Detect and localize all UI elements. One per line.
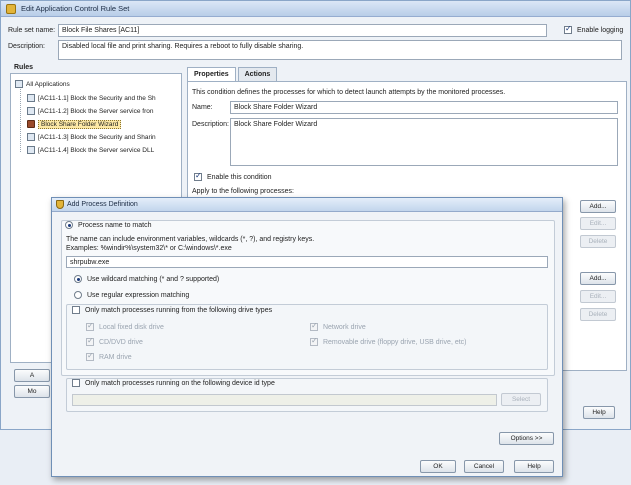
rules-header: Rules bbox=[14, 64, 34, 71]
drive-types-check[interactable] bbox=[72, 306, 80, 314]
process-name-radio-button[interactable] bbox=[65, 221, 73, 229]
options-button[interactable]: Options >> bbox=[499, 432, 554, 445]
network-drive-label: Network drive bbox=[322, 323, 366, 331]
enable-condition-label: Enable this condition bbox=[206, 173, 272, 181]
wildcard-radio[interactable]: Use wildcard matching (* and ? supported… bbox=[74, 275, 219, 283]
rule-icon bbox=[27, 107, 35, 116]
tree-root-all-applications[interactable]: All Applications bbox=[15, 80, 70, 90]
properties-intro: This condition defines the processes for… bbox=[192, 89, 506, 96]
rules-more-button[interactable]: Mo bbox=[14, 385, 50, 398]
process-name-radio-label: Process name to match bbox=[77, 221, 152, 229]
main-help-button[interactable]: Help bbox=[583, 406, 615, 419]
rule-description-input[interactable]: Disabled local file and print sharing. R… bbox=[58, 40, 622, 60]
exclusions-delete-button[interactable]: Delete bbox=[580, 308, 616, 321]
drive-types-label: Only match processes running from the fo… bbox=[84, 306, 273, 314]
wildcard-radio-button[interactable] bbox=[74, 275, 82, 283]
removable-drive-option[interactable]: Removable drive (floppy drive, USB drive… bbox=[310, 336, 467, 346]
applications-icon bbox=[15, 80, 23, 89]
local-fixed-drive-check[interactable] bbox=[86, 321, 94, 331]
tree-item-ac11-1-2[interactable]: [AC11-1.2] Block the Server service fron bbox=[27, 107, 153, 117]
hint-line-2: Examples: %windir%\system32\* or C:\wind… bbox=[66, 245, 232, 252]
rule-description-label: Description: bbox=[8, 43, 45, 50]
enable-logging-label: Enable logging bbox=[576, 26, 624, 34]
process-name-radio[interactable]: Process name to match bbox=[65, 221, 151, 229]
network-drive-option[interactable]: Network drive bbox=[310, 321, 366, 331]
help-button[interactable]: Help bbox=[514, 460, 554, 473]
dialog-title-bar: Add Process Definition bbox=[52, 198, 562, 212]
rule-set-name-label: Rule set name: bbox=[8, 27, 56, 34]
processes-add-button[interactable]: Add... bbox=[580, 200, 616, 213]
enable-logging-check[interactable] bbox=[564, 24, 572, 34]
processes-edit-button[interactable]: Edit... bbox=[580, 217, 616, 230]
processes-delete-button[interactable]: Delete bbox=[580, 235, 616, 248]
tree-item-ac11-1-3[interactable]: [AC11-1.3] Block the Security and Sharin bbox=[27, 133, 156, 143]
condition-description-label: Description: bbox=[192, 121, 229, 128]
condition-name-label: Name: bbox=[192, 104, 213, 111]
rule-icon bbox=[27, 133, 35, 142]
device-id-check[interactable] bbox=[72, 379, 80, 387]
ram-drive-option[interactable]: RAM drive bbox=[86, 351, 132, 361]
regex-radio-button[interactable] bbox=[74, 291, 82, 299]
cd-dvd-drive-label: CD/DVD drive bbox=[98, 338, 143, 346]
removable-drive-check[interactable] bbox=[310, 336, 318, 346]
regex-radio-label: Use regular expression matching bbox=[86, 291, 190, 299]
tree-item-ac11-1-4[interactable]: [AC11-1.4] Block the Server service DLL bbox=[27, 146, 154, 156]
device-id-checkbox[interactable]: Only match processes running on the foll… bbox=[72, 379, 275, 387]
enable-logging-checkbox[interactable]: Enable logging bbox=[564, 24, 624, 34]
shield-icon bbox=[56, 200, 64, 209]
rule-icon bbox=[27, 94, 35, 103]
wildcard-radio-label: Use wildcard matching (* and ? supported… bbox=[86, 275, 220, 283]
tree-connector bbox=[20, 86, 21, 152]
tree-item-ac11-1-1[interactable]: [AC11-1.1] Block the Security and the Sh bbox=[27, 94, 156, 104]
tab-bar: Properties Actions bbox=[187, 67, 279, 81]
drive-types-checkbox[interactable]: Only match processes running from the fo… bbox=[72, 306, 272, 314]
enable-condition-check[interactable] bbox=[194, 171, 202, 181]
apply-processes-label: Apply to the following processes: bbox=[192, 188, 294, 195]
cancel-button[interactable]: Cancel bbox=[464, 460, 504, 473]
condition-icon bbox=[27, 120, 35, 129]
rule-set-name-input[interactable]: Block File Shares [AC11] bbox=[58, 24, 547, 37]
tab-properties[interactable]: Properties bbox=[187, 67, 236, 81]
cd-dvd-drive-option[interactable]: CD/DVD drive bbox=[86, 336, 143, 346]
local-fixed-drive-label: Local fixed disk drive bbox=[98, 323, 164, 331]
select-button[interactable]: Select bbox=[501, 393, 541, 406]
device-id-input[interactable] bbox=[72, 394, 497, 406]
condition-name-input[interactable]: Block Share Folder Wizard bbox=[230, 101, 618, 114]
rule-icon bbox=[27, 146, 35, 155]
window-title: Edit Application Control Rule Set bbox=[21, 4, 130, 13]
device-id-label: Only match processes running on the foll… bbox=[84, 379, 275, 387]
tab-actions[interactable]: Actions bbox=[237, 67, 278, 81]
ram-drive-check[interactable] bbox=[86, 351, 94, 361]
exclusions-edit-button[interactable]: Edit... bbox=[580, 290, 616, 303]
dialog-title: Add Process Definition bbox=[67, 201, 138, 208]
regex-radio[interactable]: Use regular expression matching bbox=[74, 291, 189, 299]
enable-condition-checkbox[interactable]: Enable this condition bbox=[194, 171, 272, 181]
hint-line-1: The name can include environment variabl… bbox=[66, 236, 315, 243]
cd-dvd-drive-check[interactable] bbox=[86, 336, 94, 346]
condition-description-input[interactable]: Block Share Folder Wizard bbox=[230, 118, 618, 166]
tree-item-block-share-folder-wizard[interactable]: Block Share Folder Wizard bbox=[27, 120, 122, 130]
app-icon bbox=[6, 4, 16, 14]
removable-drive-label: Removable drive (floppy drive, USB drive… bbox=[322, 338, 467, 346]
network-drive-check[interactable] bbox=[310, 321, 318, 331]
rules-add-button[interactable]: A bbox=[14, 369, 50, 382]
window-title-bar: Edit Application Control Rule Set bbox=[1, 1, 630, 17]
exclusions-add-button[interactable]: Add... bbox=[580, 272, 616, 285]
ram-drive-label: RAM drive bbox=[98, 353, 132, 361]
local-fixed-drive-option[interactable]: Local fixed disk drive bbox=[86, 321, 164, 331]
ok-button[interactable]: OK bbox=[420, 460, 456, 473]
process-name-input[interactable]: shrpubw.exe bbox=[66, 256, 548, 268]
add-process-definition-dialog: Add Process Definition Process name to m… bbox=[51, 197, 563, 477]
